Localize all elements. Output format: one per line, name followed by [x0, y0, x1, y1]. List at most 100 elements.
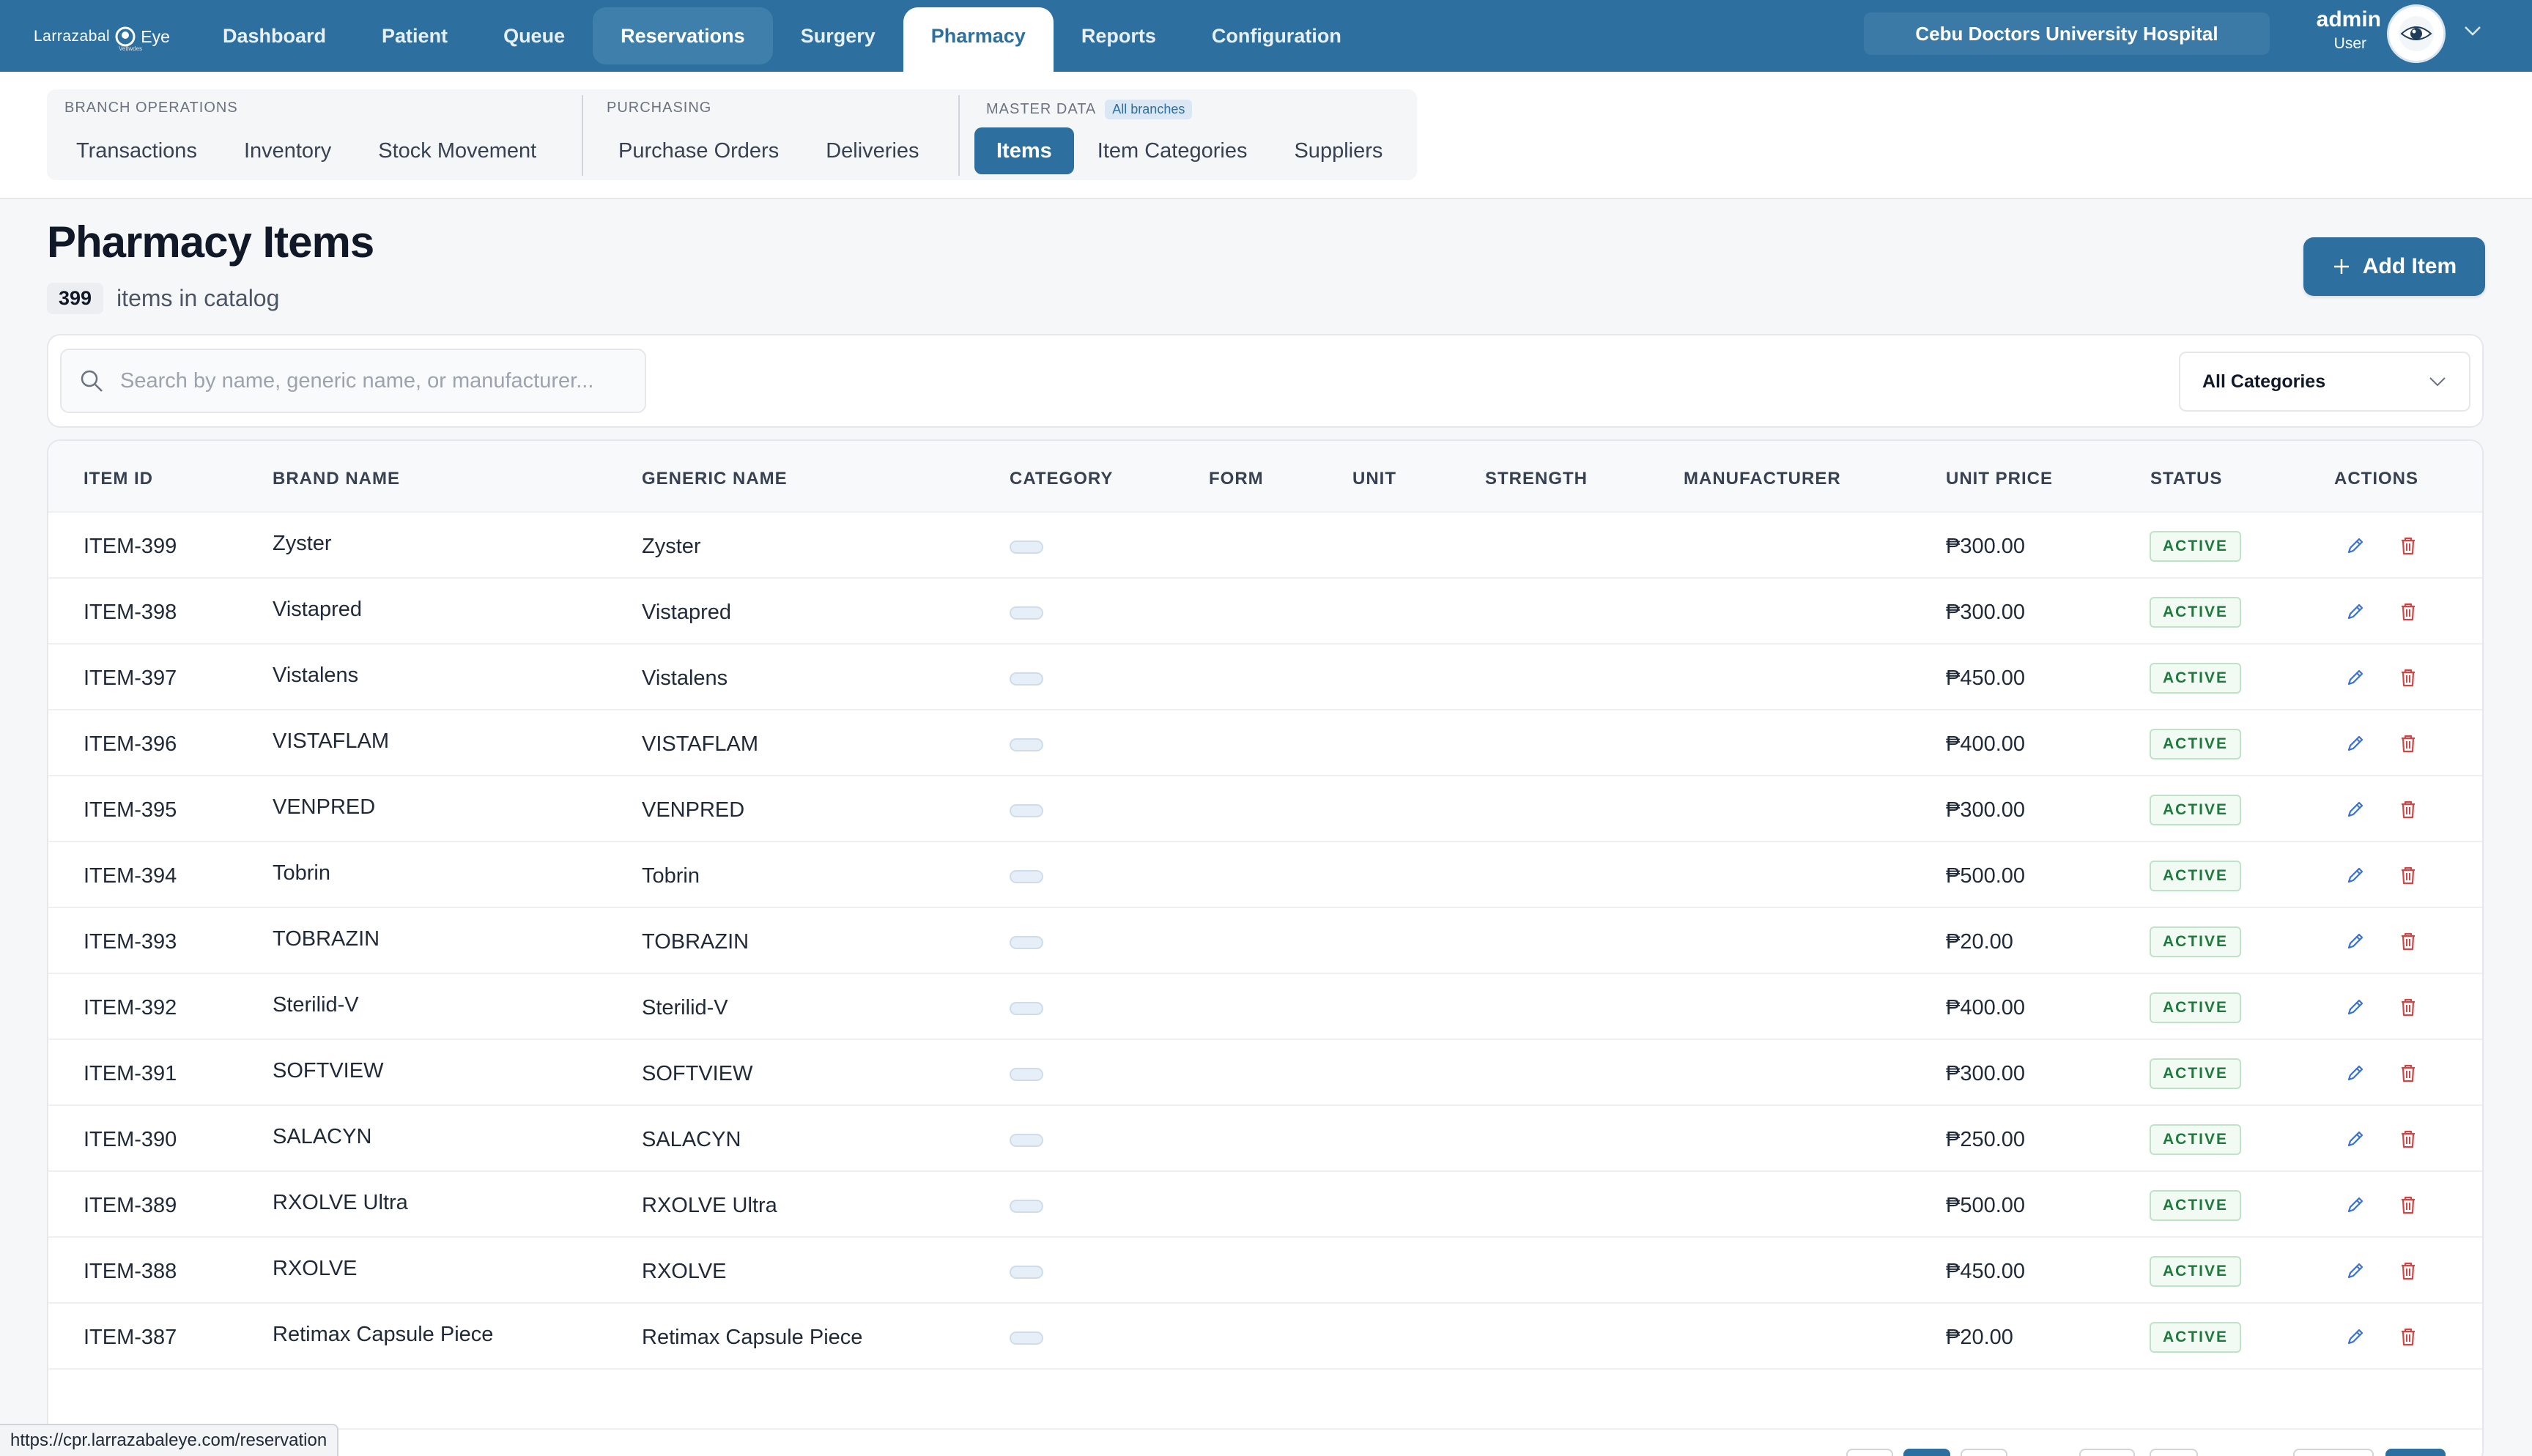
col-form[interactable]: FORM	[1209, 469, 1264, 489]
edit-button[interactable]	[2342, 532, 2369, 560]
trash-icon	[2402, 1130, 2415, 1148]
edit-button[interactable]	[2342, 598, 2369, 625]
col-category[interactable]: CATEGORY	[1010, 469, 1113, 489]
edit-button[interactable]	[2342, 664, 2369, 691]
nav-pharmacy[interactable]: Pharmacy	[903, 7, 1054, 72]
edit-button[interactable]	[2342, 993, 2369, 1021]
table-row[interactable]: ITEM-393 TOBRAZIN TOBRAZIN ₱20.00 ACTIVE	[48, 908, 2482, 974]
subnav-stock-movement[interactable]: Stock Movement	[355, 127, 560, 174]
pencil-icon	[2347, 999, 2363, 1015]
table-row[interactable]: ITEM-397 Vistalens Vistalens ₱450.00 ACTIVE	[48, 645, 2482, 710]
delete-button[interactable]	[2394, 1257, 2422, 1285]
col-unit-price[interactable]: UNIT PRICE	[1946, 469, 2053, 489]
cell-unit-price: ₱300.00	[1946, 798, 2026, 822]
hospital-selector[interactable]: Cebu Doctors University Hospital	[1864, 12, 2270, 55]
logo-text-eye: Eye	[141, 26, 170, 46]
delete-button[interactable]	[2394, 927, 2422, 955]
edit-button[interactable]	[2342, 1323, 2369, 1351]
table-row[interactable]: ITEM-398 Vistapred Vistapred ₱300.00 ACTIVE	[48, 579, 2482, 645]
cell-unit-price: ₱450.00	[1946, 666, 2026, 690]
nav-surgery[interactable]: Surgery	[773, 7, 903, 64]
table-row[interactable]: ITEM-389 RXOLVE Ultra RXOLVE Ultra ₱500.00 A…	[48, 1172, 2482, 1238]
user-info[interactable]: admin User	[2286, 7, 2381, 53]
subnav-items[interactable]: Items	[974, 127, 1074, 174]
delete-button[interactable]	[2394, 795, 2422, 823]
cell-brand-name: TOBRAZIN	[273, 927, 380, 951]
edit-button[interactable]	[2342, 795, 2369, 823]
delete-button[interactable]	[2394, 1323, 2422, 1351]
delete-button[interactable]	[2394, 532, 2422, 560]
edit-button[interactable]	[2342, 927, 2369, 955]
edit-button[interactable]	[2342, 1125, 2369, 1153]
table-row[interactable]: ITEM-391 SOFTVIEW SOFTVIEW ₱300.00 ACTIVE	[48, 1040, 2482, 1106]
table-row[interactable]: ITEM-390 SALACYN SALACYN ₱250.00 ACTIVE	[48, 1106, 2482, 1172]
table-row[interactable]: ITEM-399 Zyster Zyster ₱300.00 ACTIVE	[48, 513, 2482, 579]
trash-icon	[2402, 1328, 2415, 1346]
search-input[interactable]	[120, 368, 618, 393]
edit-button[interactable]	[2342, 1191, 2369, 1219]
chevron-down-icon[interactable]	[2463, 23, 2482, 38]
item-count-badge: 399	[47, 283, 104, 314]
nav-queue[interactable]: Queue	[475, 7, 593, 64]
subnav-purchase-orders[interactable]: Purchase Orders	[595, 127, 802, 174]
subnav-transactions[interactable]: Transactions	[53, 127, 221, 174]
table-row[interactable]: ITEM-395 VENPRED VENPRED ₱300.00 ACTIVE	[48, 776, 2482, 842]
trash-icon	[2402, 537, 2415, 555]
pagination-next[interactable]	[2385, 1449, 2446, 1456]
avatar[interactable]	[2387, 4, 2446, 63]
pagination-button[interactable]	[1846, 1449, 1893, 1456]
status-badge: ACTIVE	[2150, 531, 2242, 562]
edit-button[interactable]	[2342, 729, 2369, 757]
delete-button[interactable]	[2394, 664, 2422, 691]
col-strength[interactable]: STRENGTH	[1485, 469, 1588, 489]
search-box[interactable]	[60, 349, 646, 413]
edit-button[interactable]	[2342, 1059, 2369, 1087]
table-row[interactable]: ITEM-388 RXOLVE RXOLVE ₱450.00 ACTIVE	[48, 1238, 2482, 1304]
nav-patient[interactable]: Patient	[354, 7, 475, 64]
edit-button[interactable]	[2342, 861, 2369, 889]
delete-button[interactable]	[2394, 1191, 2422, 1219]
nav-reservations[interactable]: Reservations	[593, 7, 773, 64]
subnav-inventory[interactable]: Inventory	[221, 127, 355, 174]
col-manufacturer[interactable]: MANUFACTURER	[1684, 469, 1841, 489]
subnav-deliveries[interactable]: Deliveries	[802, 127, 942, 174]
cell-unit-price: ₱20.00	[1946, 930, 2013, 954]
pagination-button[interactable]	[2150, 1449, 2198, 1456]
col-item-id[interactable]: ITEM ID	[84, 469, 153, 489]
col-status[interactable]: STATUS	[2150, 469, 2222, 489]
category-select[interactable]: All Categories	[2179, 352, 2470, 412]
user-name: admin	[2316, 7, 2381, 31]
subnav-item-categories[interactable]: Item Categories	[1074, 127, 1271, 174]
pagination-button[interactable]	[1961, 1449, 2007, 1456]
delete-button[interactable]	[2394, 861, 2422, 889]
cell-unit-price: ₱500.00	[1946, 864, 2026, 888]
subnav-suppliers[interactable]: Suppliers	[1270, 127, 1406, 174]
delete-button[interactable]	[2394, 1125, 2422, 1153]
nav-dashboard[interactable]: Dashboard	[195, 7, 354, 64]
delete-button[interactable]	[2394, 729, 2422, 757]
delete-button[interactable]	[2394, 993, 2422, 1021]
all-branches-badge: All branches	[1105, 100, 1193, 119]
table-row[interactable]: ITEM-392 Sterilid-V Sterilid-V ₱400.00 ACTIV…	[48, 974, 2482, 1040]
col-unit[interactable]: UNIT	[1352, 469, 1396, 489]
add-item-button[interactable]: Add Item	[2303, 237, 2485, 296]
pagination-button-active[interactable]	[1903, 1449, 1950, 1456]
pagination-prev[interactable]	[2293, 1449, 2374, 1456]
table-row[interactable]: ITEM-387 Retimax Capsule Piece Retimax Cap…	[48, 1304, 2482, 1370]
table-row[interactable]: ITEM-394 Tobrin Tobrin ₱500.00 ACTIVE	[48, 842, 2482, 908]
nav-reports[interactable]: Reports	[1054, 7, 1184, 64]
pagination-button[interactable]	[2079, 1449, 2135, 1456]
table-row[interactable]: ITEM-396 VISTAFLAM VISTAFLAM ₱400.00 ACTIVE	[48, 710, 2482, 776]
main-nav: Dashboard Patient Queue Reservations Sur…	[195, 7, 1369, 72]
cell-brand-name: RXOLVE Ultra	[273, 1191, 408, 1214]
col-generic-name[interactable]: GENERIC NAME	[642, 469, 788, 489]
col-brand-name[interactable]: BRAND NAME	[273, 469, 400, 489]
nav-configuration[interactable]: Configuration	[1184, 7, 1369, 64]
cell-unit-price: ₱300.00	[1946, 601, 2026, 624]
search-icon	[81, 370, 103, 392]
delete-button[interactable]	[2394, 1059, 2422, 1087]
delete-button[interactable]	[2394, 598, 2422, 625]
app-logo[interactable]: Larrazabal Eye Vetlwdes	[34, 16, 170, 57]
trash-icon	[2402, 866, 2415, 885]
edit-button[interactable]	[2342, 1257, 2369, 1285]
